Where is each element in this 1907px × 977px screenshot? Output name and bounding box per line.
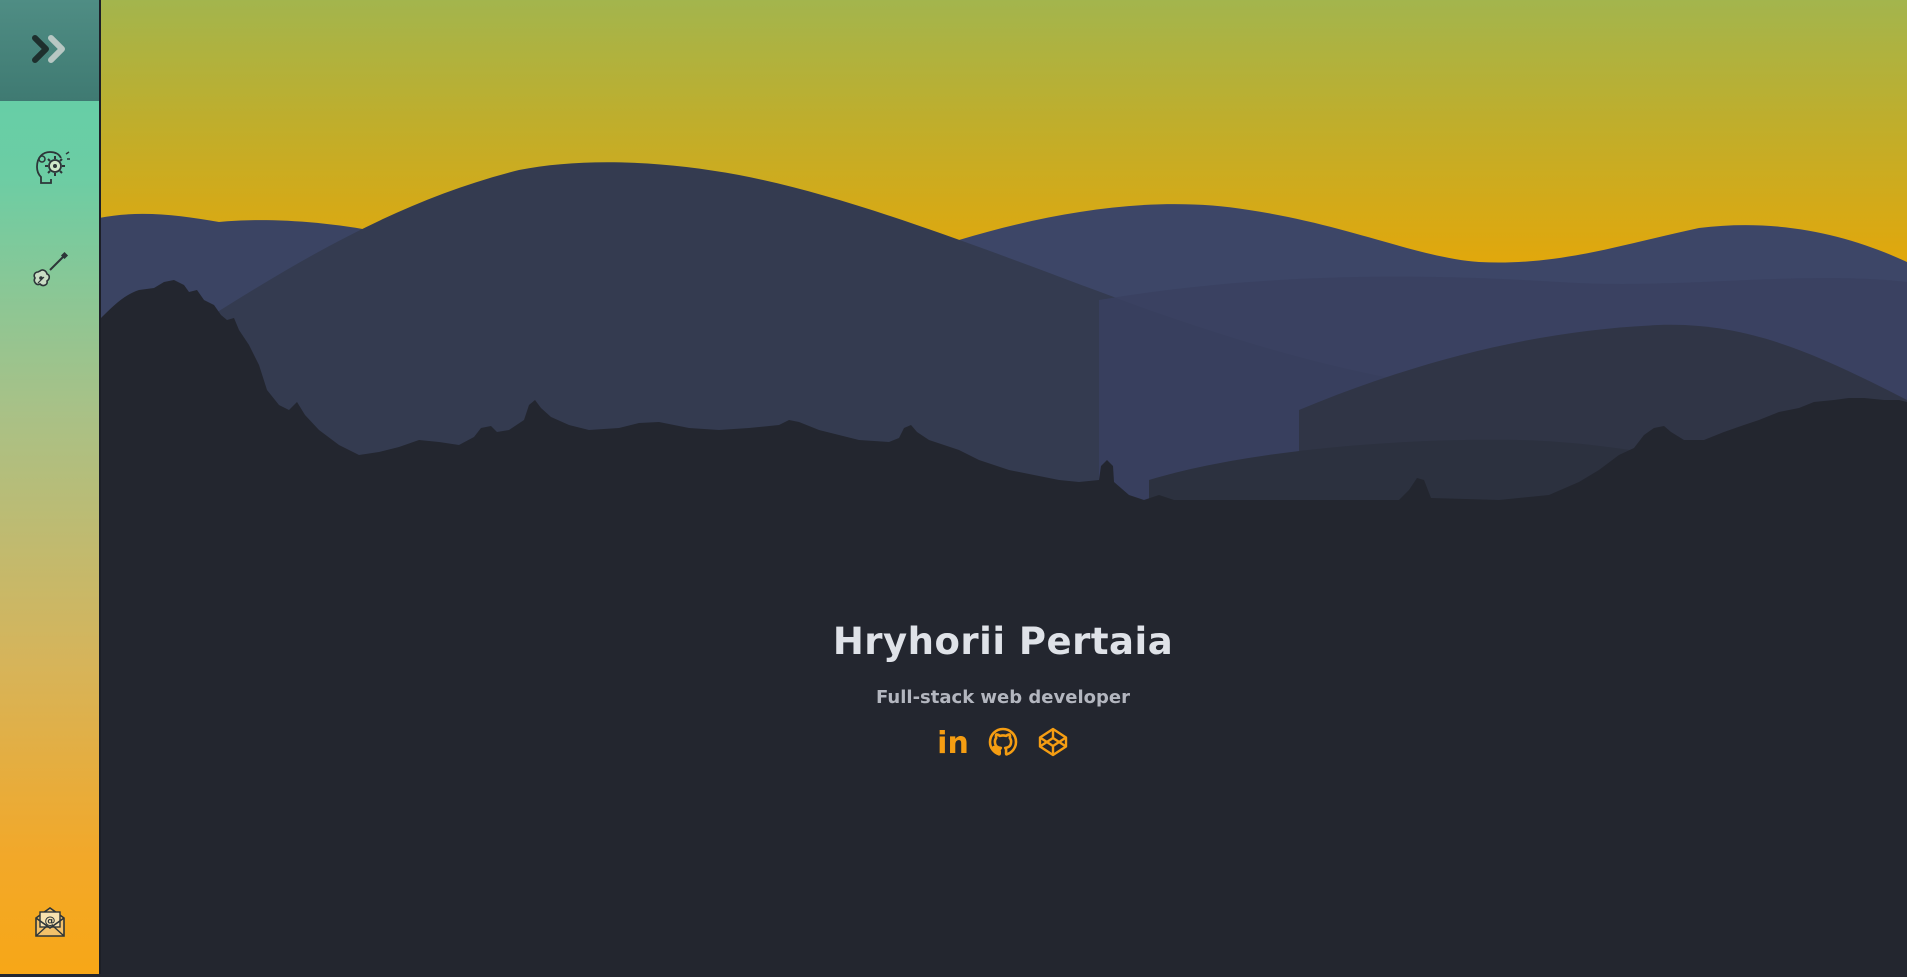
double-chevron-right-icon [30,34,70,68]
github-link[interactable] [985,726,1021,762]
sidebar-item-skills[interactable] [24,142,76,194]
gear-brain-icon [29,145,71,191]
github-icon [987,726,1019,762]
landscape-background [99,0,1907,977]
sidebar-item-hobbies[interactable] [24,246,76,298]
social-links: in [935,726,1071,762]
email-envelope-icon: @ [32,904,68,944]
codepen-icon [1037,726,1069,762]
contact-email-button[interactable]: @ [24,898,76,950]
linkedin-link[interactable]: in [935,726,971,762]
profile-name: Hryhorii Pertaia [832,620,1174,663]
sidebar: @ [0,0,101,974]
guitar-icon [30,250,70,294]
codepen-link[interactable] [1035,726,1071,762]
profile-role: Full-stack web developer [876,687,1130,708]
linkedin-icon: in [937,726,969,761]
hero-section: Hryhorii Pertaia Full-stack web develope… [99,620,1907,762]
page: @ Hryhorii Pertaia Full-stack web develo… [0,0,1907,977]
sidebar-toggle-button[interactable] [0,0,99,101]
